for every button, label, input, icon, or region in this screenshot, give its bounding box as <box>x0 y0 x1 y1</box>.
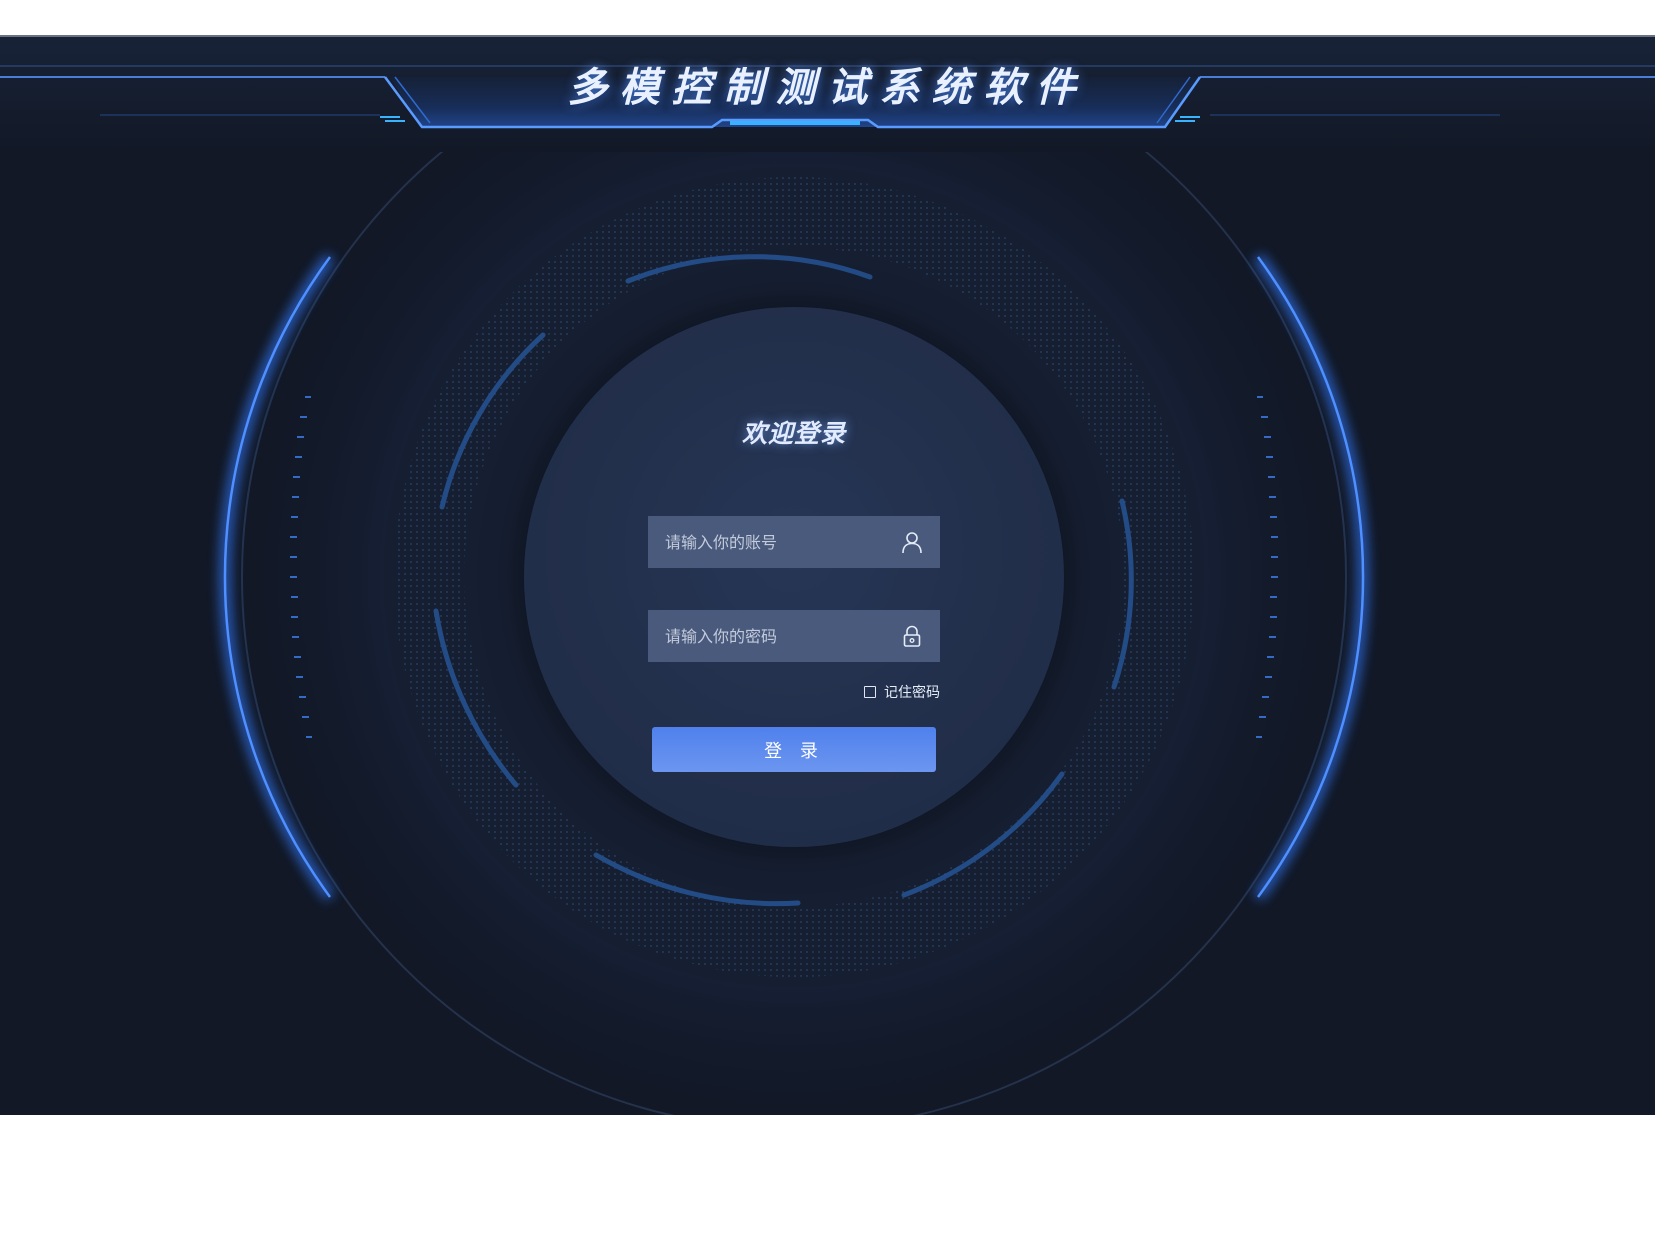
username-field[interactable] <box>648 516 940 568</box>
app-title: 多模控制测试系统软件 <box>567 65 1088 111</box>
remember-checkbox[interactable] <box>864 686 876 698</box>
header-bar: 多模控制测试系统软件 <box>0 37 1655 167</box>
lock-icon <box>900 624 924 648</box>
login-button[interactable]: 登 录 <box>652 727 936 772</box>
user-icon <box>900 530 924 554</box>
username-input[interactable] <box>648 516 898 568</box>
password-input[interactable] <box>648 610 898 662</box>
login-panel: 欢迎登录 记住密码 登 录 <box>524 307 1064 847</box>
login-title: 欢迎登录 <box>741 419 846 448</box>
login-screen: 多模控制测试系统软件 欢迎登录 请输入你的账号 记住密码 登 录 <box>0 35 1655 1115</box>
remember-password-option[interactable]: 记住密码 <box>864 683 940 701</box>
remember-label: 记住密码 <box>884 685 940 701</box>
password-field[interactable] <box>648 610 940 662</box>
